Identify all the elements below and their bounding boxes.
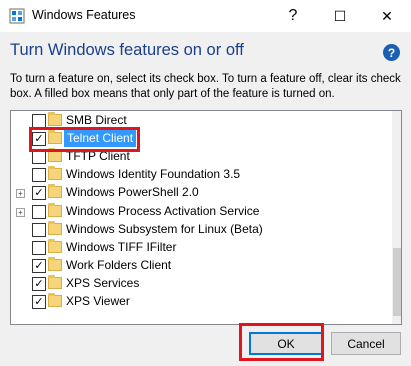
feature-row[interactable]: ✓ XPS Viewer xyxy=(11,293,383,311)
feature-row[interactable]: Windows Subsystem for Linux (Beta) xyxy=(11,220,383,239)
feature-row[interactable]: ✓ Work Folders Client xyxy=(11,256,383,275)
plus-expander-icon[interactable]: + xyxy=(16,207,25,217)
folder-icon xyxy=(48,256,62,271)
feature-row[interactable]: Windows TIFF IFilter xyxy=(11,238,383,257)
window-title: Windows Features xyxy=(32,8,136,22)
folder-icon xyxy=(48,220,62,235)
feature-label[interactable]: Work Folders Client xyxy=(66,258,171,272)
close-button[interactable]: ✕ xyxy=(364,0,410,32)
feature-label[interactable]: Windows Identity Foundation 3.5 xyxy=(66,167,240,181)
feature-label[interactable]: Windows PowerShell 2.0 xyxy=(66,185,199,199)
feature-checkbox[interactable] xyxy=(32,168,46,183)
feature-checkbox[interactable]: ✓ xyxy=(32,258,46,273)
folder-icon xyxy=(48,166,62,181)
folder-icon xyxy=(48,184,62,199)
folder-icon xyxy=(48,202,62,217)
maximize-button[interactable]: ☐ xyxy=(317,0,363,32)
feature-label[interactable]: XPS Services xyxy=(66,276,139,290)
feature-row[interactable]: Windows Identity Foundation 3.5 xyxy=(11,166,383,184)
folder-icon xyxy=(48,274,62,289)
feature-checkbox[interactable] xyxy=(32,204,46,219)
feature-checkbox[interactable] xyxy=(32,222,46,237)
folder-icon xyxy=(48,112,62,126)
annotation-highlight-ok xyxy=(239,323,324,361)
feature-label[interactable]: Windows Subsystem for Linux (Beta) xyxy=(66,222,263,236)
feature-label[interactable]: Windows TIFF IFilter xyxy=(66,240,176,254)
description-text: To turn a feature on, select its check b… xyxy=(10,73,401,100)
feature-row[interactable]: + Windows Process Activation Service xyxy=(11,202,383,221)
feature-checkbox[interactable]: ✓ xyxy=(32,276,46,291)
feature-checkbox[interactable] xyxy=(32,240,46,255)
feature-label[interactable]: SMB Direct xyxy=(66,113,127,127)
feature-checkbox[interactable]: ✓ xyxy=(32,186,46,201)
feature-row[interactable]: + ✓ Windows PowerShell 2.0 xyxy=(11,184,383,202)
vertical-scrollbar[interactable] xyxy=(392,111,401,324)
plus-expander-icon[interactable]: + xyxy=(16,189,25,199)
cancel-button[interactable]: Cancel xyxy=(331,332,401,355)
title-bar: Windows Features ? ☐ ✕ xyxy=(0,0,411,32)
windows-features-icon xyxy=(9,8,25,24)
folder-icon xyxy=(48,238,62,253)
feature-label[interactable]: XPS Viewer xyxy=(66,294,130,308)
page-heading: Turn Windows features on or off xyxy=(10,41,244,59)
annotation-highlight-telnet xyxy=(29,127,140,152)
checkmark-icon: ✓ xyxy=(34,259,44,272)
help-icon[interactable]: ? xyxy=(383,44,400,61)
feature-label[interactable]: Windows Process Activation Service xyxy=(66,204,259,218)
checkmark-icon: ✓ xyxy=(34,187,44,200)
checkmark-icon: ✓ xyxy=(34,296,44,308)
scrollbar-thumb[interactable] xyxy=(393,248,401,316)
folder-icon xyxy=(48,293,62,307)
feature-checkbox[interactable] xyxy=(32,150,46,165)
feature-row[interactable]: ✓ XPS Services xyxy=(11,274,383,293)
feature-checkbox[interactable] xyxy=(32,114,46,128)
feature-checkbox[interactable]: ✓ xyxy=(32,295,46,309)
checkmark-icon: ✓ xyxy=(34,277,44,290)
title-help-button[interactable]: ? xyxy=(270,0,316,32)
